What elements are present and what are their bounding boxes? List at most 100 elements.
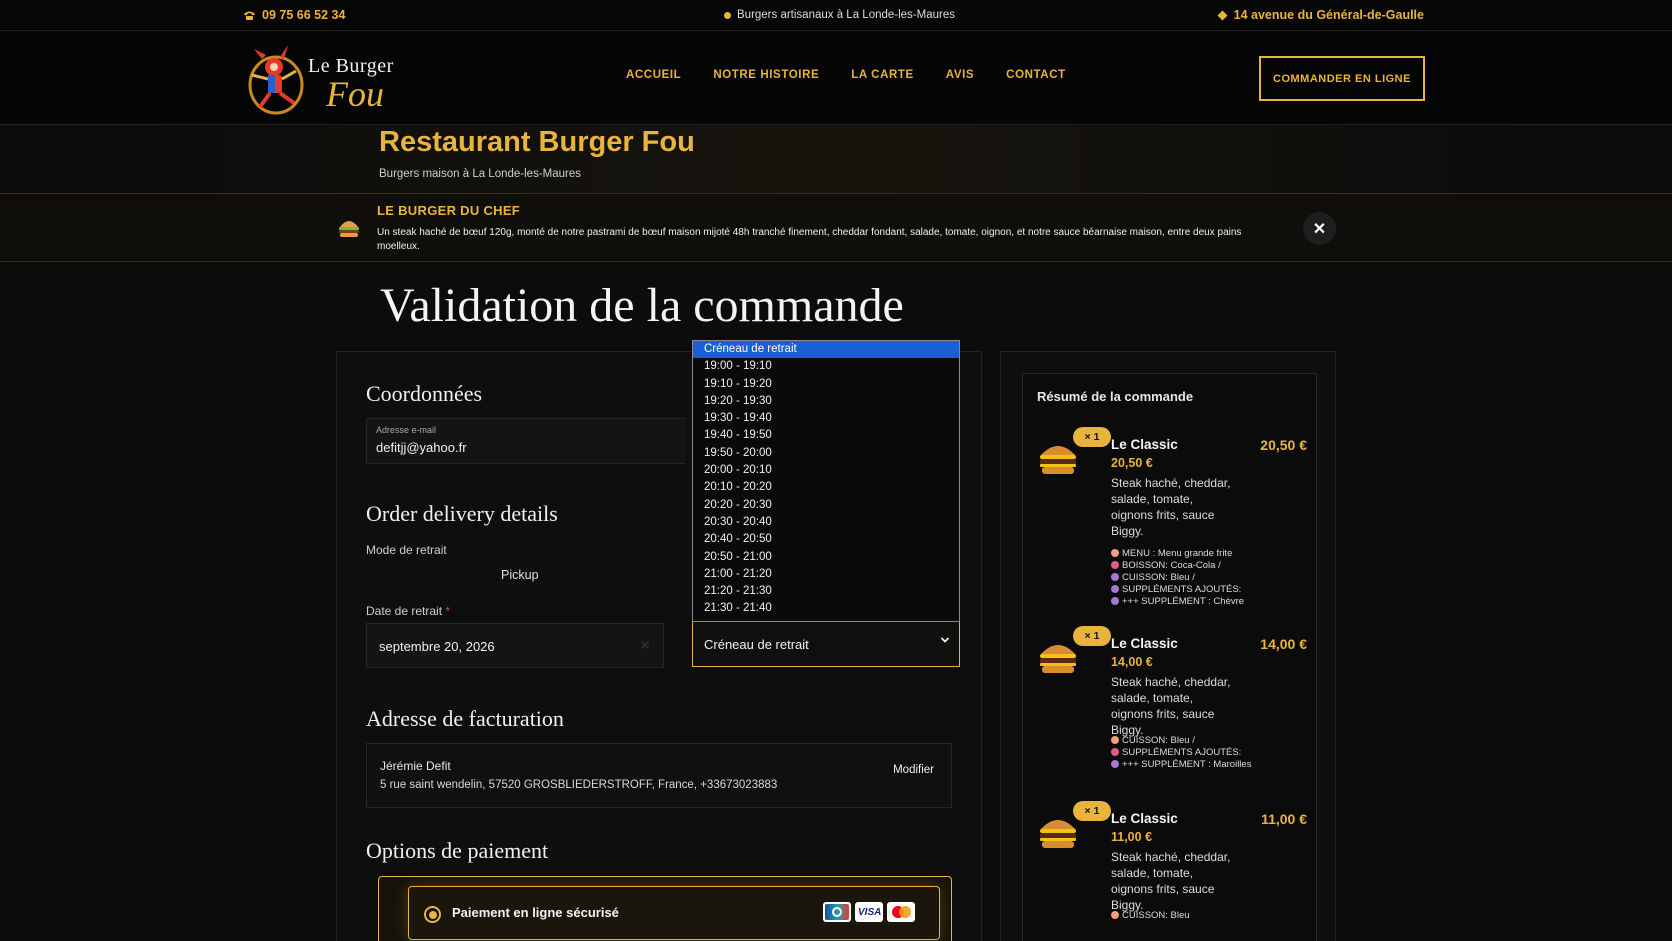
slot-option[interactable]: 21:30 - 21:40 [693,600,959,617]
burger-thumbnail-icon [1040,446,1076,474]
item-option-line: MENU : Menu grande frite [1111,548,1261,560]
slot-option[interactable]: 20:10 - 20:20 [693,479,959,496]
billing-address-card: Jérémie Defit 5 rue saint wendelin, 5752… [366,743,952,808]
item-name: Le Classic [1111,636,1178,651]
item-option-line: CUISSON: Bleu / [1111,572,1261,584]
slot-option[interactable]: 19:00 - 19:10 [693,358,959,375]
item-option-line: CUISSON: Bleu [1111,910,1261,922]
item-option-text: MENU : Menu grande frite [1122,548,1233,559]
clear-date-icon[interactable]: ✕ [639,637,651,654]
pickup-slot-dropdown-list: Créneau de retrait 19:00 - 19:10 19:10 - 1… [692,340,960,622]
slot-option[interactable]: 21:20 - 21:30 [693,583,959,600]
tagline: Burgers artisanaux à La Londe-les-Maures [724,9,955,21]
option-icon [1111,736,1119,744]
item-option-line: SUPPLÉMENTS AJOUTÉS: [1111,747,1261,759]
item-option-line: +++ SUPPLÉMENT : Maroilles [1111,759,1261,771]
slot-option[interactable]: 19:50 - 20:00 [693,445,959,462]
chevron-down-icon [940,637,950,643]
slot-option[interactable]: 19:10 - 19:20 [693,376,959,393]
address: 14 avenue du Général-de-Gaulle [1217,8,1424,22]
pickup-date-label-text: Date de retrait [366,604,443,618]
item-total-price: 20,50 € [1260,437,1307,453]
nav-link-contact[interactable]: CONTACT [1006,69,1066,81]
payment-option-label: Paiement en ligne sécurisé [452,905,619,920]
item-options: MENU : Menu grande frite BOISSON: Coca-Co… [1111,548,1261,608]
payment-section-heading: Options de paiement [366,838,549,863]
item-total-price: 11,00 € [1261,811,1307,827]
option-icon [1111,549,1119,557]
delivery-section-heading: Order delivery details [366,501,558,526]
order-summary-panel: Résumé de la commande × 1 Le Classic 20,50… [1000,351,1336,941]
slot-option-placeholder[interactable]: Créneau de retrait [693,341,959,359]
item-option-text: SUPPLÉMENTS AJOUTÉS: [1122,584,1242,595]
restaurant-title-band: Restaurant Burger Fou Burgers maison à L… [0,126,1672,194]
pickup-slot-value: Créneau de retrait [704,637,809,652]
option-icon [1111,760,1119,768]
quantity-badge: × 1 [1073,626,1111,646]
phone-number[interactable]: 09 75 66 52 34 [243,8,345,22]
slot-option[interactable]: 20:00 - 20:10 [693,462,959,479]
modify-billing-button[interactable]: Modifier [893,764,934,776]
payment-radio[interactable] [424,906,441,923]
item-option-line: SUPPLÉMENTS AJOUTÉS: [1111,584,1261,596]
item-option-line: BOISSON: Coca-Cola / [1111,560,1261,572]
jester-logo-icon [248,45,304,115]
slot-option[interactable]: 21:00 - 21:20 [693,566,959,583]
item-option-text: +++ SUPPLÉMENT : Maroilles [1122,759,1252,770]
item-total-price: 14,00 € [1260,636,1307,652]
diamond-icon [1217,10,1228,20]
slot-option[interactable]: 20:30 - 20:40 [693,514,959,531]
item-option-line: +++ SUPPLÉMENT : Chèvre [1111,596,1261,608]
item-options: CUISSON: Bleu / SUPPLÉMENTS AJOUTÉS: +++ S… [1111,735,1261,771]
burger-thumbnail-icon [1040,645,1076,673]
pickup-slot-select[interactable]: Créneau de retrait [692,622,960,667]
phone-icon [244,11,255,20]
chef-burger-title: LE BURGER DU CHEF [377,203,521,218]
slot-option[interactable]: 19:30 - 19:40 [693,410,959,427]
slot-option[interactable]: 20:50 - 21:00 [693,549,959,566]
slot-option[interactable]: 19:20 - 19:30 [693,393,959,410]
payment-option-online[interactable]: Paiement en ligne sécurisé VISA [408,886,940,940]
tagline-text: Burgers artisanaux à La Londe-les-Maures [737,9,955,21]
restaurant-title: Restaurant Burger Fou [379,126,695,158]
email-label: Adresse e-mail [376,425,437,435]
nav-link-la-carte[interactable]: LA CARTE [851,69,914,81]
main-navigation: Le Burger Fou ACCUEIL NOTRE HISTOIRE LA … [0,31,1672,125]
pickup-date-value: septembre 20, 2026 [379,639,495,654]
phone-text: 09 75 66 52 34 [262,8,346,22]
pickup-date-input[interactable]: septembre 20, 2026 ✕ [366,623,664,668]
pickup-mode-option[interactable]: Pickup [501,568,539,582]
order-online-button[interactable]: COMMANDER EN LIGNE [1259,56,1425,101]
option-icon [1111,911,1119,919]
email-field[interactable]: Adresse e-mail defitjj@yahoo.fr [366,418,686,464]
item-option-text: BOISSON: Coca-Cola / [1122,560,1221,571]
item-option-text: CUISSON: Bleu / [1122,572,1195,583]
site-logo[interactable]: Le Burger Fou [246,39,416,119]
option-icon [1111,573,1119,581]
item-unit-price: 11,00 € [1111,830,1153,844]
billing-name: Jérémie Defit [380,759,451,773]
item-name: Le Classic [1111,437,1178,452]
item-option-text: CUISSON: Bleu / [1122,735,1195,746]
required-marker: * [445,604,451,618]
contact-section-heading: Coordonnées [366,381,483,406]
item-name: Le Classic [1111,811,1178,826]
cb-card-icon [823,902,851,922]
nav-link-avis[interactable]: AVIS [946,69,974,81]
slot-option[interactable]: 20:20 - 20:30 [693,497,959,514]
pickup-date-label: Date de retrait * [366,604,450,618]
chef-burger-banner: LE BURGER DU CHEF Un steak haché de bœuf… [0,194,1672,262]
card-logos: VISA [823,902,915,922]
item-unit-price: 20,50 € [1111,456,1153,470]
nav-link-notre-histoire[interactable]: NOTRE HISTOIRE [713,69,819,81]
nav-link-accueil[interactable]: ACCUEIL [626,69,681,81]
slot-option[interactable]: 20:40 - 20:50 [693,531,959,548]
item-unit-price: 14,00 € [1111,655,1153,669]
item-option-text: SUPPLÉMENTS AJOUTÉS: [1122,747,1242,758]
quantity-badge: × 1 [1073,427,1111,447]
slot-option[interactable]: 19:40 - 19:50 [693,427,959,444]
item-description: Steak haché, cheddar, salade, tomate, oi… [1111,675,1231,737]
close-banner-button[interactable]: ✕ [1303,212,1336,245]
option-icon [1111,585,1119,593]
mastercard-icon [887,902,915,922]
